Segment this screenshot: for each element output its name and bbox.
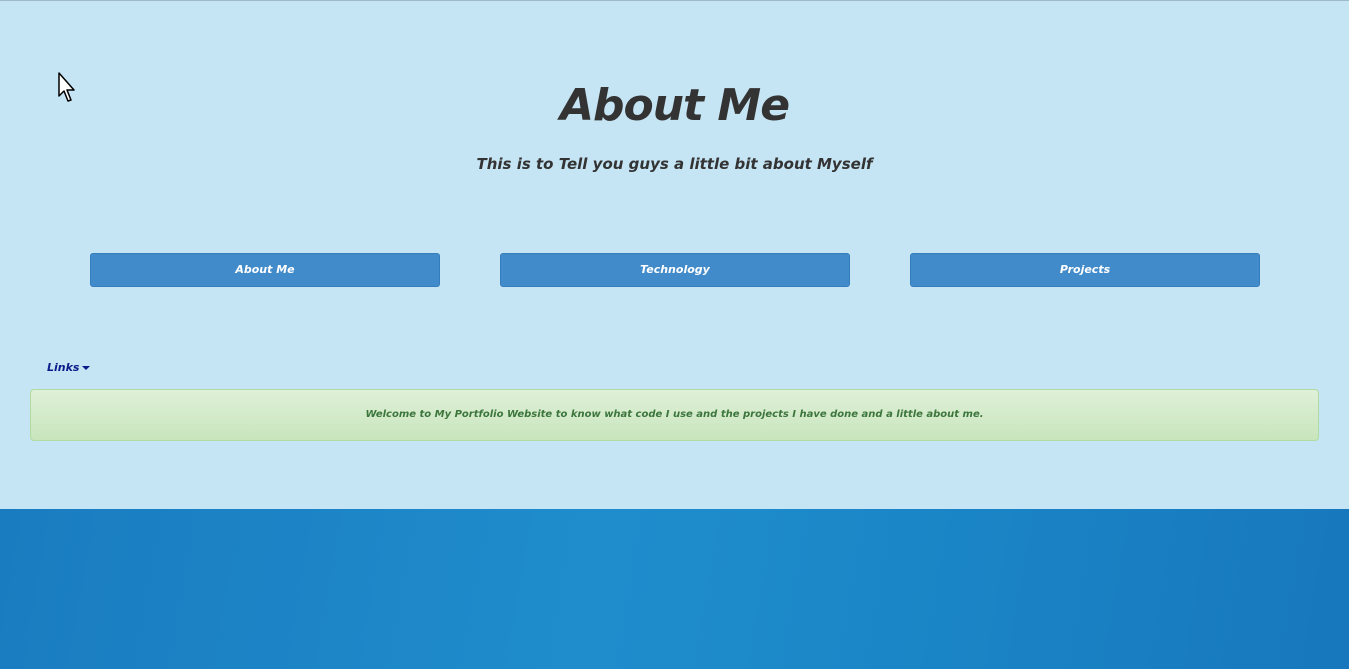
page-subtitle: This is to Tell you guys a little bit ab… [476,155,873,173]
about-me-button[interactable]: About Me [90,253,440,287]
page-title: About Me [559,80,790,131]
links-dropdown-label: Links [47,361,80,374]
projects-button[interactable]: Projects [910,253,1260,287]
links-dropdown-toggle[interactable]: Links [47,361,91,375]
caret-down-icon [82,366,91,370]
technology-button[interactable]: Technology [500,253,850,287]
welcome-alert: Welcome to My Portfolio Website to know … [30,389,1319,441]
page: About Me This is to Tell you guys a litt… [0,0,1349,669]
welcome-alert-text: Welcome to My Portfolio Website to know … [365,409,984,420]
top-border [0,0,1349,1]
footer-water-background [0,509,1349,669]
